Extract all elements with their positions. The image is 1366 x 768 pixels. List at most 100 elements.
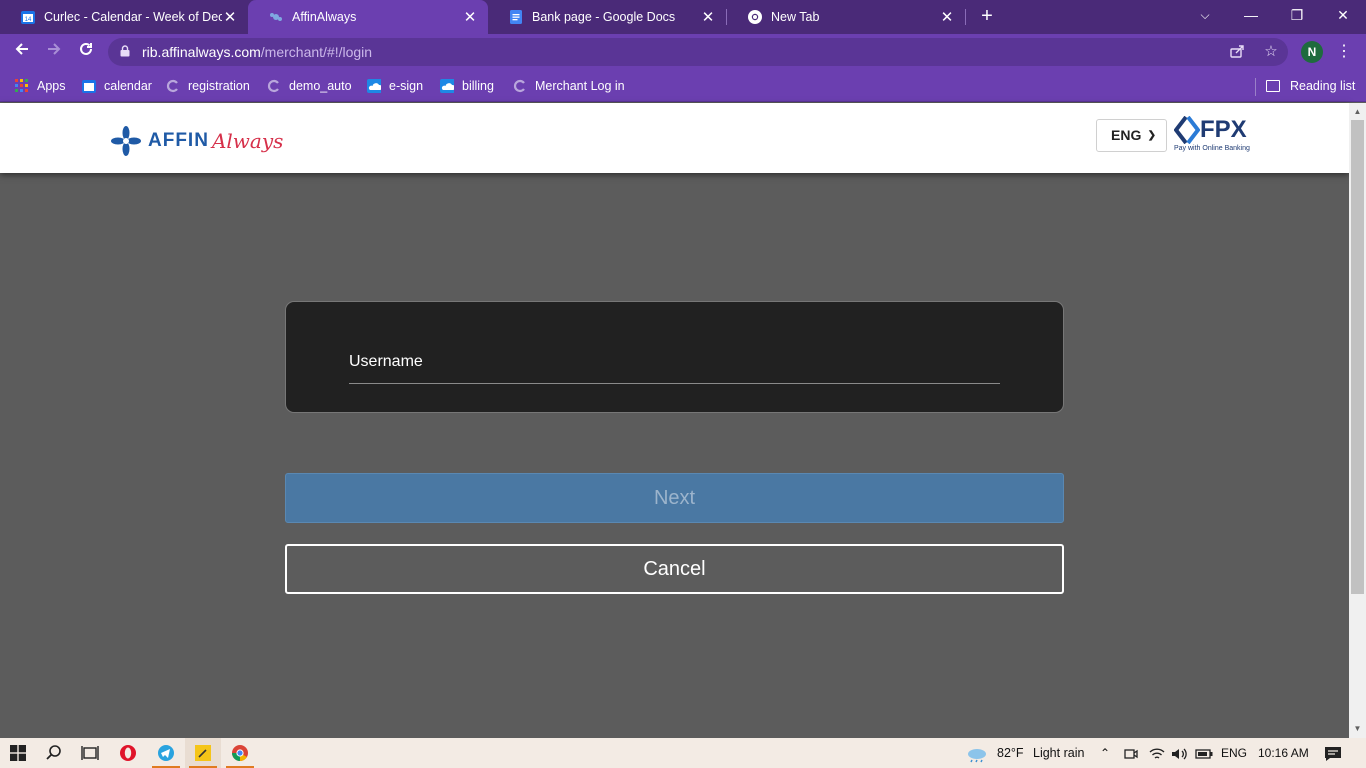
bookmark-label: Merchant Log in (535, 79, 625, 93)
browser-toolbar: rib.affinalways.com/merchant/#!/login ☆ … (0, 34, 1366, 70)
site-header: AFFIN Always ENG ❯ FPX Pay with Online B… (0, 103, 1349, 173)
language-select[interactable]: ENG ❯ (1096, 119, 1167, 152)
tab-separator (965, 9, 966, 25)
new-tab-button[interactable]: + (976, 5, 998, 27)
share-icon[interactable] (1228, 43, 1246, 61)
docs-icon (508, 9, 524, 25)
chevron-down-icon: ❯ (1147, 130, 1156, 141)
scroll-up-icon[interactable]: ▲ (1349, 105, 1366, 119)
bookmark-apps[interactable]: Apps (15, 76, 66, 96)
notifications-icon[interactable] (1324, 738, 1342, 768)
curlec-icon (166, 79, 178, 93)
scroll-down-icon[interactable]: ▼ (1349, 722, 1366, 736)
tab-title: Bank page - Google Docs (532, 10, 676, 24)
forward-button[interactable] (42, 40, 66, 64)
bookmark-billing[interactable]: billing (440, 76, 494, 96)
back-arrow-icon (15, 43, 28, 55)
tab-new-tab[interactable]: New Tab ✕ (727, 0, 965, 34)
back-button[interactable] (10, 40, 34, 64)
svg-text:14: 14 (25, 17, 32, 23)
tab-search-icon[interactable]: ⌵ (1182, 0, 1228, 34)
url-host: rib.affinalways.com (142, 44, 261, 60)
tab-bank-page-docs[interactable]: Bank page - Google Docs ✕ (488, 0, 726, 34)
cloud-icon (367, 79, 381, 93)
reload-icon (80, 42, 92, 55)
browser-tab-strip: 14 Curlec - Calendar - Week of Dece ✕ Af… (0, 0, 1366, 34)
bookmarks-bar: Apps calendar registration demo_auto e-s… (0, 70, 1366, 102)
bookmark-label: Apps (37, 79, 66, 93)
fpx-diamond-icon (1174, 116, 1200, 144)
windows-taskbar: 82°F Light rain ⌃ ENG 10:16 AM (0, 738, 1366, 768)
url-path: /merchant/#!/login (260, 44, 373, 60)
cancel-button[interactable]: Cancel (285, 544, 1064, 594)
bookmark-calendar[interactable]: calendar (82, 76, 152, 96)
username-underline (349, 383, 1000, 384)
bookmark-label: e-sign (389, 79, 424, 93)
bookmark-label: billing (462, 79, 494, 93)
page-scrollbar[interactable]: ▲ ▼ (1349, 103, 1366, 738)
address-bar[interactable]: rib.affinalways.com/merchant/#!/login ☆ (108, 38, 1288, 66)
volume-icon[interactable] (1171, 738, 1189, 768)
menu-kebab-icon[interactable]: ⋮ (1336, 40, 1352, 64)
curlec-icon (267, 79, 279, 93)
reading-list-button[interactable]: Reading list (1266, 76, 1355, 96)
search-icon[interactable] (36, 738, 72, 768)
fpx-tagline: Pay with Online Banking (1174, 145, 1250, 152)
tab-curlec-calendar[interactable]: 14 Curlec - Calendar - Week of Dece ✕ (0, 0, 248, 34)
reading-list-icon (1266, 80, 1280, 92)
chevron-up-icon[interactable]: ⌃ (1100, 738, 1110, 768)
calendar-icon (82, 80, 96, 93)
bookmark-label: registration (188, 79, 250, 93)
chrome-taskbar-icon[interactable] (222, 738, 258, 768)
opera-icon[interactable] (110, 738, 146, 768)
close-window-button[interactable]: ✕ (1320, 0, 1366, 34)
next-button[interactable]: Next (285, 473, 1064, 523)
clock-time[interactable]: 10:16 AM (1258, 738, 1309, 768)
bookmark-registration[interactable]: registration (166, 76, 250, 96)
bookmark-star-icon[interactable]: ☆ (1262, 43, 1280, 61)
lock-icon (120, 45, 130, 57)
weather-condition[interactable]: Light rain (1033, 738, 1084, 768)
language-value: ENG (1111, 127, 1142, 143)
bookmark-merchant-log-in[interactable]: Merchant Log in (513, 76, 625, 96)
page-content: AFFIN Always ENG ❯ FPX Pay with Online B… (0, 103, 1349, 738)
restore-button[interactable]: ❐ (1274, 0, 1320, 34)
affin-always-logo[interactable]: AFFIN Always (110, 123, 283, 159)
scrollbar-thumb[interactable] (1351, 120, 1364, 594)
bookmark-demo-auto[interactable]: demo_auto (267, 76, 352, 96)
curlec-icon (513, 79, 525, 93)
tab-affinalways[interactable]: AffinAlways ✕ (248, 0, 488, 34)
profile-avatar[interactable]: N (1301, 41, 1323, 63)
sticky-notes-icon[interactable] (185, 738, 221, 768)
tab-title: AffinAlways (292, 10, 357, 24)
close-tab-icon[interactable]: ✕ (222, 8, 238, 26)
weather-temperature[interactable]: 82°F (997, 738, 1024, 768)
close-tab-icon[interactable]: ✕ (700, 8, 716, 26)
minimize-button[interactable]: — (1228, 0, 1274, 34)
input-language[interactable]: ENG (1221, 738, 1247, 768)
logo-always-text: Always (211, 129, 284, 153)
task-view-icon[interactable] (72, 738, 108, 768)
wifi-icon[interactable] (1149, 738, 1165, 768)
windows-start-icon[interactable] (0, 738, 36, 768)
bookmark-e-sign[interactable]: e-sign (367, 76, 423, 96)
bookmark-label: demo_auto (289, 79, 352, 93)
battery-icon[interactable] (1195, 738, 1213, 768)
bookmarks-separator (1255, 78, 1256, 96)
meet-now-icon[interactable] (1124, 738, 1138, 768)
chrome-icon (747, 9, 763, 25)
reload-button[interactable] (74, 40, 98, 64)
calendar-icon: 14 (20, 9, 36, 25)
forward-arrow-icon (48, 43, 61, 55)
reading-list-label: Reading list (1290, 79, 1356, 93)
apps-grid-icon (15, 79, 28, 92)
weather-icon[interactable] (966, 738, 988, 768)
cloud-icon (440, 79, 454, 93)
username-input[interactable] (349, 348, 1000, 378)
login-card: Username (285, 301, 1064, 413)
close-tab-icon[interactable]: ✕ (939, 8, 955, 26)
close-tab-icon[interactable]: ✕ (462, 8, 478, 26)
tab-title: Curlec - Calendar - Week of Dece (44, 10, 222, 24)
telegram-icon[interactable] (148, 738, 184, 768)
affin-icon (268, 9, 284, 25)
